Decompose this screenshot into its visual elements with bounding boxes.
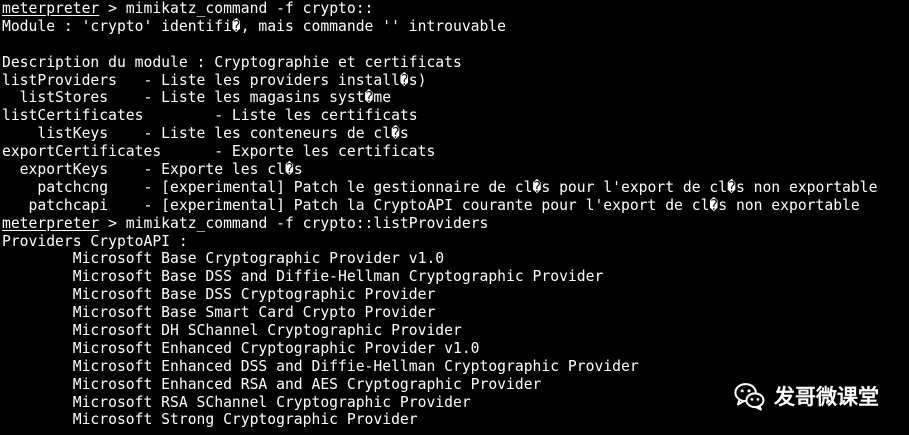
command-list-line: listStores - Liste les magasins syst�me: [2, 89, 392, 107]
provider-line: Microsoft DH SChannel Cryptographic Prov…: [2, 322, 462, 340]
command-list-line: listKeys - Liste les conteneurs de cl�s: [2, 125, 409, 143]
command-list-line: patchcng - [experimental] Patch le gesti…: [2, 178, 878, 196]
prompt: meterpreter: [2, 214, 100, 232]
provider-line: Microsoft Enhanced Cryptographic Provide…: [2, 339, 480, 357]
prompt: meterpreter: [2, 0, 100, 17]
module-description-line: Description du module : Cryptographie et…: [2, 53, 462, 71]
provider-line: Microsoft Base Smart Card Crypto Provide…: [2, 304, 436, 322]
watermark: 发哥微课堂: [732, 379, 879, 413]
module-error-line: Module : 'crypto' identifi�, mais comman…: [2, 17, 507, 35]
wechat-icon: [734, 383, 765, 411]
command-list-line: exportKeys - Exporte les cl�s: [2, 161, 303, 179]
providers-header: Providers CryptoAPI :: [2, 232, 188, 250]
provider-line: Microsoft Enhanced DSS and Diffie-Hellma…: [2, 357, 639, 375]
command-text: > mimikatz_command -f crypto::: [99, 0, 374, 17]
terminal-window[interactable]: meterpreter > mimikatz_command -f crypto…: [2, 0, 909, 435]
command-line-1: meterpreter > mimikatz_command -f crypto…: [2, 0, 909, 18]
provider-line: Microsoft Base DSS Cryptographic Provide…: [2, 286, 436, 304]
command-text: > mimikatz_command -f crypto::listProvid…: [99, 214, 489, 232]
command-list-line: patchcapi - [experimental] Patch la Cryp…: [2, 196, 860, 214]
provider-line: Microsoft Base Cryptographic Provider v1…: [2, 250, 445, 268]
command-line-2: meterpreter > mimikatz_command -f crypto…: [2, 215, 909, 233]
watermark-label: 发哥微课堂: [774, 385, 879, 409]
provider-line: Microsoft Base DSS and Diffie-Hellman Cr…: [2, 268, 604, 286]
command-list-line: listProviders - Liste les providers inst…: [2, 71, 427, 89]
command-list-line: exportCertificates - Exporte les certifi…: [2, 143, 436, 161]
command-list-line: listCertificates - Liste les certificats: [2, 107, 418, 125]
provider-line: Microsoft Strong Cryptographic Provider: [2, 411, 418, 429]
